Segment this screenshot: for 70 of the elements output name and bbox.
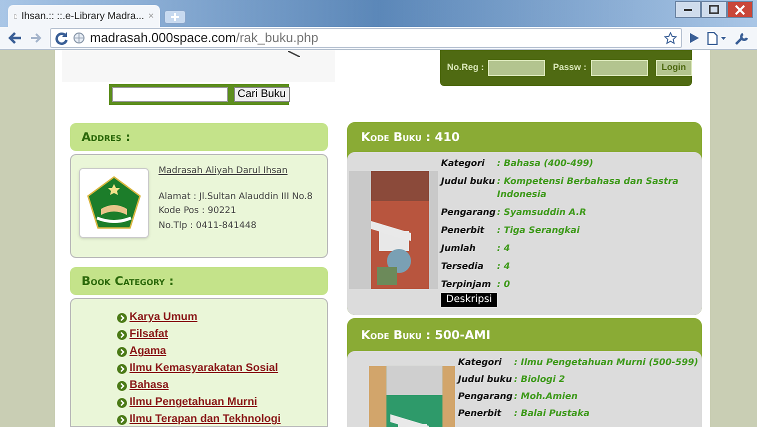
browser-tab[interactable]: Ihsan.:: ::.e-Library Madra... × <box>8 5 160 27</box>
reg-number-field[interactable] <box>488 60 545 76</box>
category-link[interactable]: Ilmu Terapan dan Tekhnologi <box>130 411 281 426</box>
close-button[interactable] <box>727 1 753 18</box>
address-line: Alamat : Jl.Sultan Alauddin III No.8 <box>158 190 313 204</box>
section-title: Book Category : <box>82 273 174 290</box>
reload-icon[interactable] <box>55 32 68 44</box>
password-field[interactable] <box>590 60 648 76</box>
address-line: Kode Pos : 90221 <box>158 205 238 218</box>
globe-icon <box>73 32 85 44</box>
maximize-icon <box>709 5 719 14</box>
book-code-title: Kode Buku : 410 <box>361 129 460 146</box>
category-link[interactable]: Agama <box>130 343 166 360</box>
minimize-icon <box>684 8 692 10</box>
field-value: : 4 <box>497 243 510 256</box>
emblem-icon <box>78 168 148 238</box>
field-label: Tersedia <box>441 261 485 274</box>
password-label: Passw : <box>553 61 587 74</box>
page-menu-icon[interactable] <box>707 32 727 44</box>
field-label: Kategori <box>441 158 486 171</box>
bullet-arrow-icon <box>116 364 126 374</box>
close-icon <box>735 4 745 14</box>
field-label: Pengarang <box>441 207 495 220</box>
book-code-title: Kode Buku : 500-AMI <box>361 326 490 344</box>
field-label: Terpinjam <box>441 279 492 292</box>
school-name-link[interactable]: Madrasah Aliyah Darul Ihsan <box>158 165 313 178</box>
field-value: : Biologi 2 <box>514 374 566 387</box>
field-label: Judul buku <box>441 176 495 189</box>
field-value: : Moh.Amien <box>514 391 578 404</box>
field-value: : Syamsuddin A.R <box>497 207 586 220</box>
field-label: Jumlah <box>441 243 477 256</box>
search-button[interactable]: Cari Buku <box>234 87 290 102</box>
field-value: : Bahasa (400-499) <box>497 158 594 171</box>
field-label: Judul buku <box>458 374 512 387</box>
field-label: Pengarang <box>458 391 512 404</box>
category-link[interactable]: Bahasa <box>130 377 169 394</box>
field-value: : Kompetensi Berbahasa dan Sastra Indonesia <box>497 176 680 202</box>
url-text: madrasah.000space.com/rak_buku.php <box>90 29 320 48</box>
section-title: Addres : <box>82 129 130 146</box>
address-field[interactable]: madrasah.000space.com/rak_buku.php <box>50 28 682 48</box>
back-icon[interactable] <box>8 32 22 44</box>
field-value: : Balai Pustaka <box>514 408 590 421</box>
field-value: : 0 <box>497 279 510 292</box>
minimize-button[interactable] <box>675 1 701 18</box>
plus-icon <box>171 13 179 21</box>
address-line: No.Tlp : 0411-841448 <box>158 220 258 232</box>
reg-label: No.Reg : <box>447 61 484 74</box>
line-mark-icon <box>288 51 300 57</box>
bullet-arrow-icon <box>116 330 126 340</box>
field-value: : Tiga Serangkai <box>497 225 580 238</box>
star-icon[interactable] <box>664 32 677 44</box>
description-button[interactable]: Deskripsi <box>441 293 498 307</box>
field-label: Penerbit <box>441 225 486 238</box>
field-value: : Ilmu Pengetahuan Murni (500-599) <box>514 357 698 370</box>
maximize-button[interactable] <box>701 1 727 18</box>
play-icon[interactable] <box>690 33 699 43</box>
bullet-arrow-icon <box>116 380 126 390</box>
bullet-arrow-icon <box>116 346 126 356</box>
search-field[interactable] <box>112 87 228 102</box>
category-link[interactable]: Filsafat <box>130 326 168 343</box>
field-value: : 4 <box>497 261 510 274</box>
field-label: Kategori <box>458 357 503 370</box>
bullet-arrow-icon <box>116 312 126 322</box>
category-link[interactable]: Karya Umum <box>130 309 198 326</box>
category-link[interactable]: Ilmu Kemasyarakatan Sosial <box>130 360 278 377</box>
bullet-arrow-icon <box>116 414 126 424</box>
field-label: Penerbit <box>458 408 502 421</box>
wrench-icon[interactable] <box>735 32 749 44</box>
category-link[interactable]: Ilmu Pengetahuan Murni <box>130 394 258 411</box>
bullet-arrow-icon <box>116 398 126 408</box>
